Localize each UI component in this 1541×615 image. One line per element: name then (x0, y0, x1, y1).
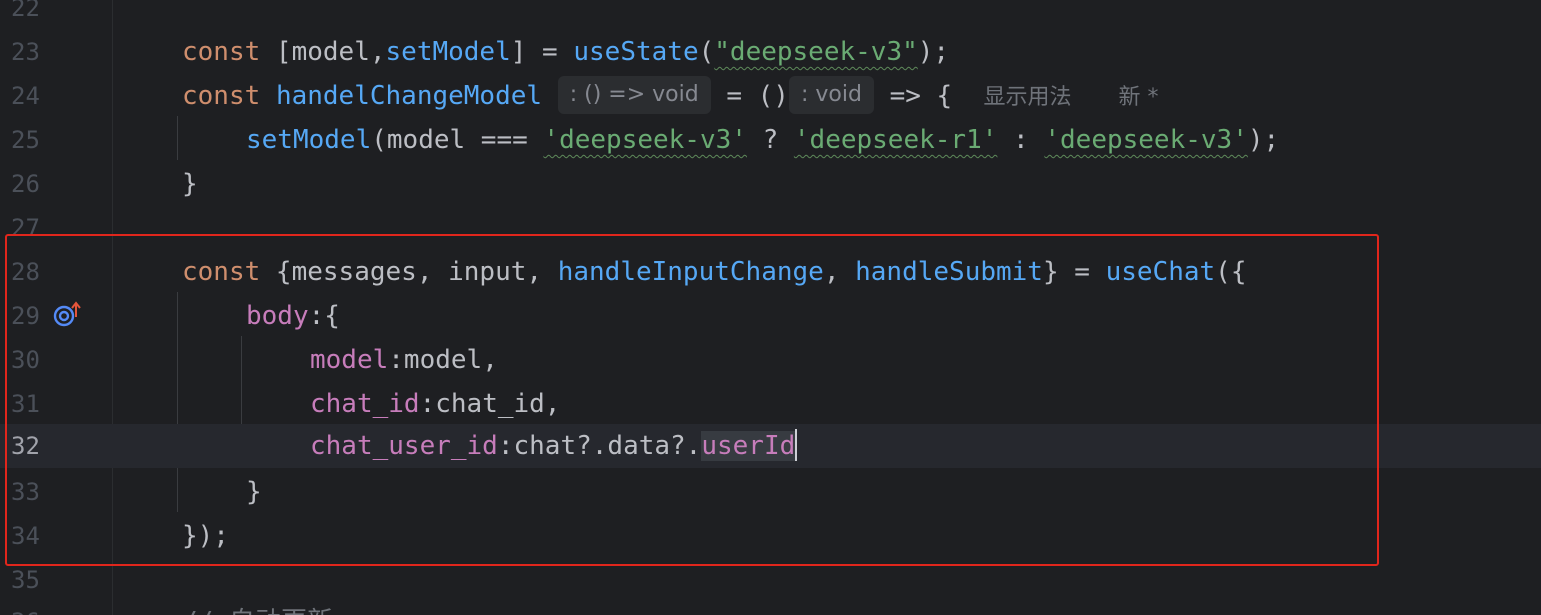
code-text: const [model,setModel] = useState("deeps… (182, 37, 950, 67)
code-text: }); (182, 521, 229, 551)
code-line-26[interactable]: 26 } (0, 162, 1541, 206)
line-number: 35 (11, 566, 40, 594)
show-usages-link[interactable]: 显示用法 (984, 85, 1072, 110)
code-comment: // 自动更新 (182, 600, 333, 615)
type-hint: : () => void (557, 75, 711, 114)
code-line-25[interactable]: 25 setModel(model === 'deepseek-v3' ? 'd… (0, 118, 1541, 162)
code-line-36[interactable]: 36 // 自动更新 (0, 600, 1541, 615)
implementation-target-icon[interactable] (52, 301, 84, 329)
code-text: chat_user_id:chat?.data?.userId (310, 424, 798, 468)
line-number: 33 (11, 478, 40, 506)
line-number: 29 (11, 302, 40, 330)
line-number: 22 (11, 0, 40, 22)
code-line-23[interactable]: 23 const [model,setModel] = useState("de… (0, 30, 1541, 74)
text-caret (795, 428, 798, 461)
code-line-33[interactable]: 33 } (0, 470, 1541, 514)
line-number: 27 (11, 214, 40, 242)
code-editor[interactable]: 22 23 const [model,setModel] = useState(… (0, 0, 1541, 615)
line-number: 23 (11, 38, 40, 66)
code-line-30[interactable]: 30 model:model, (0, 338, 1541, 382)
line-number: 25 (11, 126, 40, 154)
code-line-32[interactable]: 32 chat_user_id:chat?.data?.userId (0, 424, 1541, 468)
highlighted-identifier: userId (701, 431, 796, 461)
line-number: 31 (11, 390, 40, 418)
code-text: chat_id:chat_id, (310, 389, 561, 419)
code-line-24[interactable]: 24 const handelChangeModel : () => void … (0, 74, 1541, 118)
line-number: 28 (11, 258, 40, 286)
line-number: 26 (11, 170, 40, 198)
code-text: } (182, 169, 198, 199)
line-number: 30 (11, 346, 40, 374)
code-line-28[interactable]: 28 const {messages, input, handleInputCh… (0, 250, 1541, 294)
return-type-hint: : void (788, 75, 874, 114)
code-line-31[interactable]: 31 chat_id:chat_id, (0, 382, 1541, 426)
code-text: body:{ (246, 301, 340, 331)
line-number: 32 (11, 432, 40, 460)
line-number: 36 (0, 600, 55, 615)
code-text: const handelChangeModel : () => void = (… (182, 74, 1159, 118)
line-number: 34 (11, 522, 40, 550)
line-number: 24 (11, 82, 40, 110)
code-line-27[interactable]: 27 (0, 206, 1541, 250)
author-new-hint[interactable]: 新 * (1119, 85, 1159, 110)
code-text: const {messages, input, handleInputChang… (182, 257, 1247, 287)
code-line-22[interactable]: 22 (0, 0, 1541, 30)
code-line-29[interactable]: 29 body:{ (0, 294, 1541, 338)
code-text: model:model, (310, 345, 498, 375)
code-line-35[interactable]: 35 (0, 558, 1541, 602)
code-text: setModel(model === 'deepseek-v3' ? 'deep… (246, 125, 1280, 155)
code-text: } (246, 477, 262, 507)
code-line-34[interactable]: 34 }); (0, 514, 1541, 558)
